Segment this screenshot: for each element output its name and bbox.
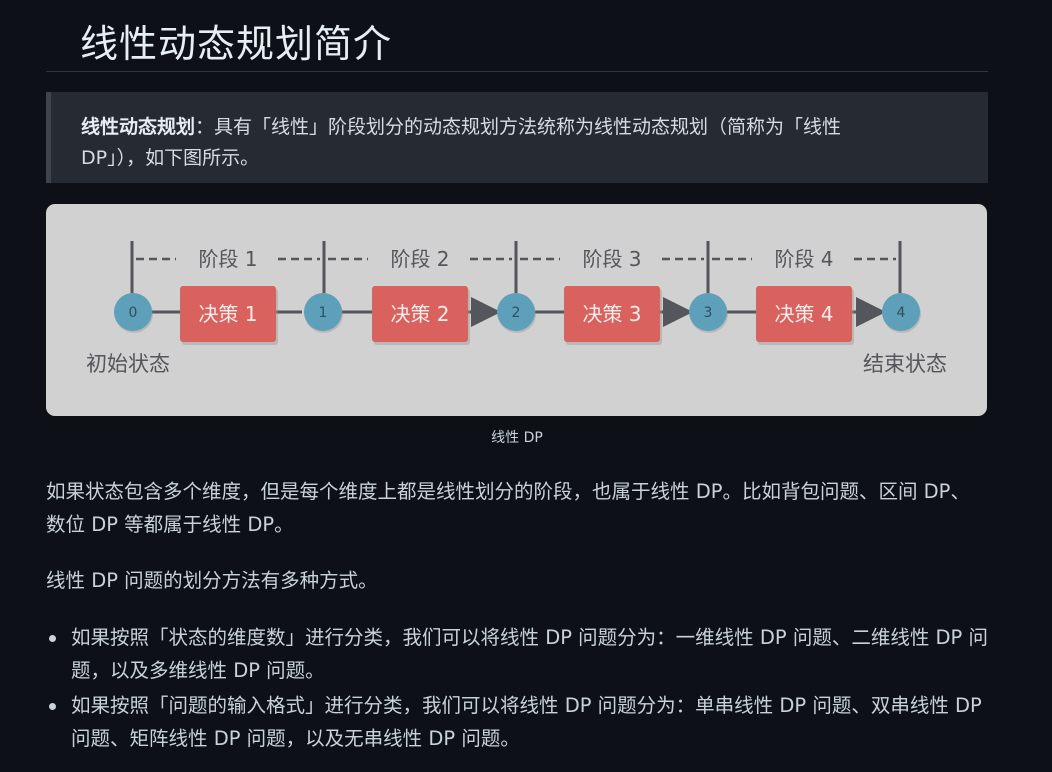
definition-blockquote: 线性动态规划：具有「线性」阶段划分的动态规划方法统称为线性动态规划（简称为「线性… xyxy=(46,92,988,183)
state-label: 4 xyxy=(897,305,906,321)
list-item-text: 如果按照「状态的维度数」进行分类，我们可以将线性 DP 问题分为：一维线性 DP… xyxy=(71,626,989,682)
list-item-text: 如果按照「问题的输入格式」进行分类，我们可以将线性 DP 问题分为：单串线性 D… xyxy=(71,694,982,750)
callout-term: 线性动态规划 xyxy=(81,116,196,138)
bullet-icon xyxy=(49,703,56,710)
state-label: 1 xyxy=(319,305,328,321)
classification-list: 如果按照「状态的维度数」进行分类，我们可以将线性 DP 问题分为：一维线性 DP… xyxy=(46,621,988,755)
end-state-label: 结束状态 xyxy=(863,352,947,376)
bullet-icon xyxy=(49,635,56,642)
decision-label: 决策 1 xyxy=(198,302,257,326)
stage-label: 阶段 4 xyxy=(774,247,833,271)
diagram-canvas: 阶段 1 阶段 2 阶段 3 阶段 4 决策 1 决策 2 决策 3 决策 4 0 1 2 3 4 初始状… xyxy=(86,241,947,376)
state-label: 2 xyxy=(512,305,521,321)
start-state-label: 初始状态 xyxy=(86,352,170,376)
list-item: 如果按照「问题的输入格式」进行分类，我们可以将线性 DP 问题分为：单串线性 D… xyxy=(46,689,988,755)
linear-dp-diagram: 阶段 1 阶段 2 阶段 3 阶段 4 决策 1 决策 2 决策 3 决策 4 0 1 2 3 4 初始状… xyxy=(46,204,987,416)
paragraph-classification: 线性 DP 问题的划分方法有多种方式。 xyxy=(46,569,378,592)
decision-label: 决策 4 xyxy=(774,302,833,326)
list-item: 如果按照「状态的维度数」进行分类，我们可以将线性 DP 问题分为：一维线性 DP… xyxy=(46,621,988,687)
stage-label: 阶段 1 xyxy=(198,247,257,271)
state-label: 0 xyxy=(129,305,138,321)
decision-label: 决策 2 xyxy=(390,302,449,326)
stage-label: 阶段 3 xyxy=(582,247,641,271)
stage-label: 阶段 2 xyxy=(390,247,449,271)
title-divider xyxy=(46,71,988,72)
paragraph-multi-dimension: 如果状态包含多个维度，但是每个维度上都是线性划分的阶段，也属于线性 DP。比如背… xyxy=(46,480,970,536)
figure-caption: 线性 DP xyxy=(491,430,543,446)
page-title: 线性动态规划简介 xyxy=(80,22,393,66)
state-label: 3 xyxy=(704,305,713,321)
decision-label: 决策 3 xyxy=(582,302,641,326)
callout-text: ：具有「线性」阶段划分的动态规划方法统称为线性动态规划（简称为「线性 DP」），… xyxy=(81,116,842,169)
article: 线性动态规划简介 线性动态规划：具有「线性」阶段划分的动态规划方法统称为线性动态… xyxy=(46,0,988,757)
